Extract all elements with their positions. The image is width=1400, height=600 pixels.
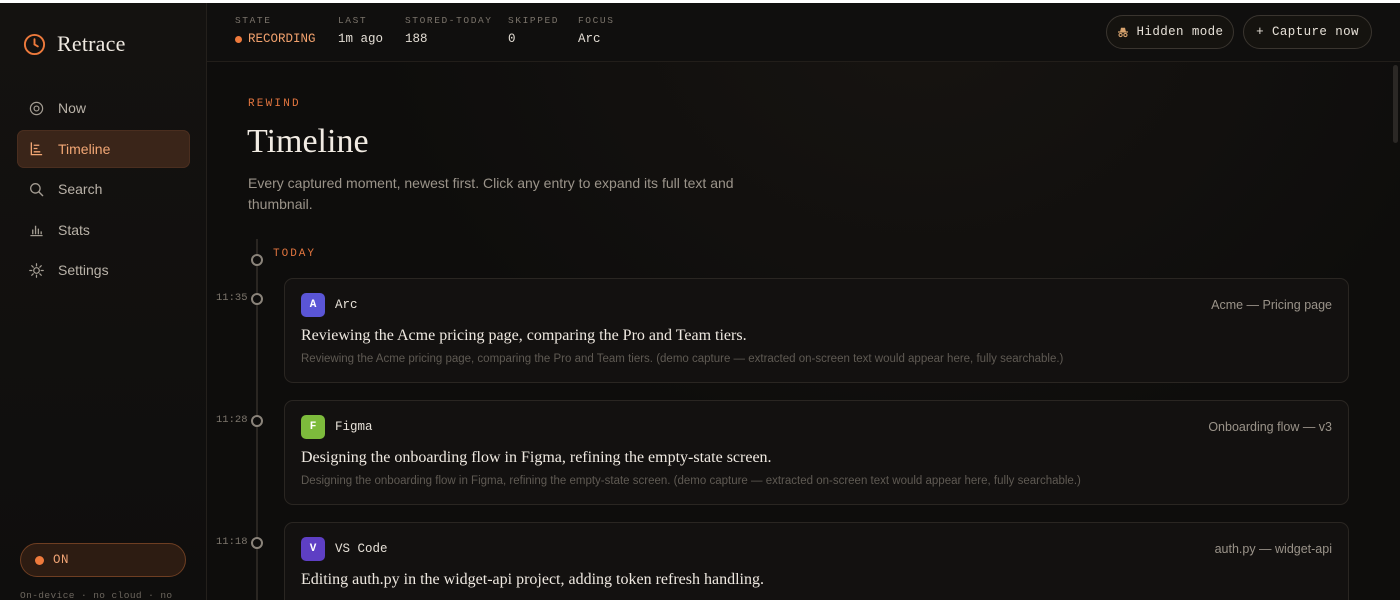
app-badge: V (301, 537, 325, 561)
sidebar-item-label: Timeline (58, 140, 111, 157)
capture-summary: Editing auth.py in the widget-api projec… (301, 571, 764, 588)
brand-name: Retrace (57, 31, 126, 56)
status-stored-today: STORED-TODAY 188 (405, 15, 493, 46)
app-badge: F (301, 415, 325, 439)
status-skipped: SKIPPED 0 (508, 15, 559, 46)
status-focus: FOCUS Arc (578, 15, 615, 46)
app-badge: A (301, 293, 325, 317)
status-label: FOCUS (578, 15, 615, 26)
incognito-icon (1117, 27, 1128, 38)
app-name: VS Code (335, 542, 388, 556)
timeline-icon (30, 142, 43, 156)
status-label: STATE (235, 15, 272, 26)
brand[interactable]: Retrace (23, 31, 126, 57)
capture-text: Designing the onboarding flow in Figma, … (301, 475, 1081, 487)
gear-icon (29, 263, 44, 278)
day-node (251, 254, 263, 266)
window-title: Onboarding flow — v3 (1208, 420, 1332, 434)
status-label: STORED-TODAY (405, 15, 493, 26)
status-bar: STATE RECORDING LAST 1m ago STORED-TODAY… (207, 3, 1400, 62)
sidebar-item-now[interactable]: Now (17, 89, 190, 127)
app-name: Figma (335, 420, 373, 434)
search-icon (30, 182, 44, 196)
hidden-mode-button[interactable]: Hidden mode (1106, 15, 1234, 49)
sidebar: Retrace Now Timeline Search Stats Settin… (0, 3, 207, 600)
app-window: Retrace Now Timeline Search Stats Settin… (0, 3, 1400, 600)
status-label: SKIPPED (508, 15, 560, 26)
sidebar-item-stats[interactable]: Stats (17, 211, 190, 249)
entry-node (251, 415, 263, 427)
recording-toggle-label: ON (53, 553, 70, 567)
main-content: STATE RECORDING LAST 1m ago STORED-TODAY… (207, 3, 1400, 600)
sidebar-item-label: Now (58, 100, 87, 116)
capture-now-button[interactable]: + Capture now (1243, 15, 1372, 49)
sidebar-item-timeline[interactable]: Timeline (17, 129, 190, 168)
entry-time: 11:18 (216, 536, 248, 548)
recording-indicator (235, 35, 242, 43)
capture-card[interactable]: A Arc Acme — Pricing page Reviewing the … (284, 278, 1349, 383)
sidebar-item-label: Settings (58, 262, 109, 279)
sidebar-item-search[interactable]: Search (17, 170, 190, 208)
capture-summary: Reviewing the Acme pricing page, compari… (301, 327, 747, 344)
status-last: LAST 1m ago (338, 15, 383, 46)
status-value: Arc (578, 32, 601, 46)
app-initial: F (309, 421, 317, 433)
capture-now-label: Capture now (1271, 25, 1359, 39)
sidebar-item-label: Search (58, 181, 103, 198)
capture-card[interactable]: F Figma Onboarding flow — v3 Designing t… (284, 400, 1349, 505)
status-value: 0 (508, 32, 516, 46)
bar-chart-icon (30, 226, 43, 237)
radio-icon (29, 101, 44, 115)
status-label: LAST (338, 15, 368, 26)
sidebar-item-settings[interactable]: Settings (17, 251, 190, 289)
clock-icon (23, 33, 46, 55)
sidebar-nav: Now Timeline Search Stats Settings (17, 89, 190, 292)
recording-dot (35, 555, 44, 565)
page-title: Timeline (247, 123, 369, 160)
scrollbar-thumb[interactable] (1393, 65, 1398, 143)
entry-node (251, 537, 263, 549)
privacy-note: On-device · no cloud · no (20, 590, 173, 600)
status-value: RECORDING (235, 32, 316, 46)
section-eyebrow: REWIND (248, 98, 301, 110)
day-label: TODAY (273, 248, 317, 260)
capture-card[interactable]: V VS Code auth.py — widget-api Editing a… (284, 522, 1349, 600)
window-title: auth.py — widget-api (1214, 542, 1332, 556)
state-value: RECORDING (248, 32, 316, 46)
entry-time: 11:35 (216, 292, 248, 304)
plus-icon: + (1256, 25, 1264, 39)
status-value: 1m ago (338, 32, 384, 46)
capture-summary: Designing the onboarding flow in Figma, … (301, 449, 772, 466)
page-description: Every captured moment, newest first. Cli… (248, 175, 734, 212)
entry-node (251, 293, 263, 305)
app-initial: V (309, 543, 317, 555)
sidebar-item-label: Stats (58, 221, 90, 238)
entry-time: 11:28 (216, 414, 248, 426)
capture-text: Reviewing the Acme pricing page, compari… (301, 353, 1064, 365)
status-state: STATE RECORDING (235, 15, 316, 46)
status-value: 188 (405, 32, 428, 46)
hidden-mode-label: Hidden mode (1136, 25, 1224, 39)
window-title: Acme — Pricing page (1211, 298, 1332, 312)
recording-toggle[interactable]: ON (20, 543, 186, 577)
app-initial: A (309, 299, 317, 311)
app-name: Arc (335, 298, 358, 312)
